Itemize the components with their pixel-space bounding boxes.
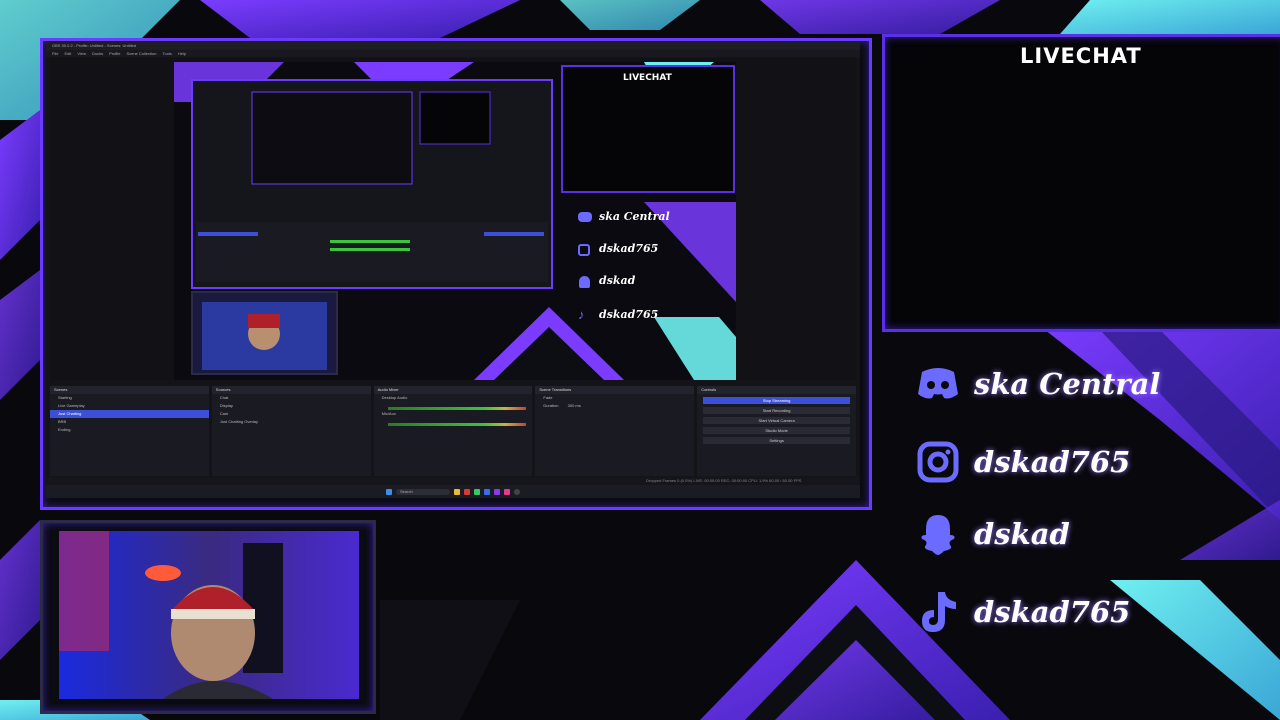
social-discord: ska Central (916, 362, 1160, 406)
preview-social-snapchat: dskad (599, 274, 636, 287)
menu-docks[interactable]: Docks (92, 50, 103, 57)
webcam-frame (40, 520, 376, 714)
transitions-title: Scene Transitions (535, 386, 695, 394)
livechat-title: LIVECHAT (1020, 44, 1142, 68)
app-icon[interactable] (494, 488, 500, 495)
preview-livechat-title: LIVECHAT (623, 73, 672, 83)
stop-streaming-button[interactable]: Stop Streaming (703, 397, 850, 404)
menu-scene-collection[interactable]: Scene Collection (126, 50, 156, 57)
controls-title: Controls (697, 386, 856, 394)
audio-channel-label: Mic/Aux (381, 411, 396, 416)
obs-title-bar: OBS 30.0.2 - Profile: Untitled - Scenes:… (46, 42, 860, 50)
scene-item[interactable]: Ending (50, 426, 209, 434)
sources-dock-title: Sources (211, 386, 371, 394)
controls-dock: Controls Stop Streaming Start Recording … (697, 386, 856, 476)
social-label-discord: ska Central (974, 367, 1161, 401)
menu-view[interactable]: View (77, 50, 86, 57)
tiktok-icon (916, 590, 960, 634)
source-item[interactable]: Just Chatting Overlay (212, 418, 371, 426)
social-label-snapchat: dskad (974, 517, 1070, 551)
social-instagram: dskad765 (916, 440, 1130, 484)
obs-app-icon[interactable] (514, 488, 520, 495)
scenes-dock-title: Scenes (50, 386, 209, 394)
audio-meter (387, 423, 527, 426)
scene-item[interactable]: BRB (50, 418, 209, 426)
taskbar-search[interactable]: Search (396, 488, 450, 495)
app-icon[interactable] (464, 488, 470, 495)
obs-status-bar: Dropped Frames 0 (0.0%) LIVE: 00:00:00 R… (46, 477, 860, 485)
source-item[interactable]: Chat (212, 394, 371, 402)
scene-item-selected[interactable]: Just Chatting (50, 410, 209, 418)
app-icon[interactable] (474, 488, 480, 495)
transition-select[interactable]: Fade (535, 394, 694, 402)
scenes-dock: Scenes Starting Live Gameplay Just Chatt… (50, 386, 209, 476)
audio-channel-label: Desktop Audio (381, 395, 408, 400)
menu-tools[interactable]: Tools (162, 50, 171, 57)
preview-tiktok-icon: ♪ (578, 307, 585, 322)
preview-social-tiktok: dskad765 (599, 308, 659, 321)
menu-profile[interactable]: Profile (109, 50, 120, 57)
obs-menu-bar: File Edit View Docks Profile Scene Colle… (46, 50, 860, 57)
audio-mixer-dock: Audio Mixer Desktop Audio Mic/Aux (373, 386, 533, 476)
livechat-frame (882, 34, 1280, 332)
app-icon[interactable] (504, 488, 510, 495)
preview-snapchat-icon (579, 276, 590, 288)
source-item[interactable]: Cam (212, 410, 371, 418)
preview-instagram-icon (578, 244, 590, 256)
obs-preview-area[interactable]: LIVECHAT ska Central dskad765 dskad dska… (50, 58, 856, 380)
start-virtual-camera-button[interactable]: Start Virtual Camera (703, 417, 850, 424)
preview-social-instagram: dskad765 (599, 242, 659, 255)
windows-taskbar: Search (46, 485, 860, 498)
preview-canvas[interactable]: LIVECHAT ska Central dskad765 dskad dska… (174, 62, 736, 380)
social-label-instagram: dskad765 (974, 445, 1131, 479)
start-icon[interactable] (386, 488, 392, 495)
obs-window: OBS 30.0.2 - Profile: Untitled - Scenes:… (46, 42, 860, 498)
source-item[interactable]: Display (212, 402, 371, 410)
scene-transitions-dock: Scene Transitions Fade Duration 300 ms (535, 386, 695, 476)
obs-docks: Scenes Starting Live Gameplay Just Chatt… (50, 386, 856, 476)
studio-mode-button[interactable]: Studio Mode (703, 427, 850, 434)
duration-label: Duration (543, 403, 559, 408)
duration-field[interactable]: 300 ms (568, 403, 581, 408)
social-snapchat: dskad (916, 512, 1070, 556)
sources-dock: Sources Chat Display Cam Just Chatting O… (211, 386, 371, 476)
scene-item[interactable]: Live Gameplay (50, 402, 209, 410)
social-label-tiktok: dskad765 (974, 595, 1131, 629)
menu-edit[interactable]: Edit (64, 50, 71, 57)
menu-file[interactable]: File (52, 50, 58, 57)
scene-item[interactable]: Starting (50, 394, 209, 402)
preview-discord-icon (578, 212, 592, 222)
social-tiktok: dskad765 (916, 590, 1130, 634)
audio-mixer-title: Audio Mixer (373, 386, 533, 394)
preview-social-discord: ska Central (599, 210, 670, 223)
instagram-icon (916, 440, 960, 484)
start-recording-button[interactable]: Start Recording (703, 407, 850, 414)
discord-icon (916, 362, 960, 406)
settings-button[interactable]: Settings (703, 437, 850, 444)
webcam-feed (59, 531, 359, 699)
transition-duration-row: Duration 300 ms (535, 402, 694, 410)
app-icon[interactable] (454, 488, 460, 495)
snapchat-icon (916, 512, 960, 556)
menu-help[interactable]: Help (178, 50, 186, 57)
app-icon[interactable] (484, 488, 490, 495)
